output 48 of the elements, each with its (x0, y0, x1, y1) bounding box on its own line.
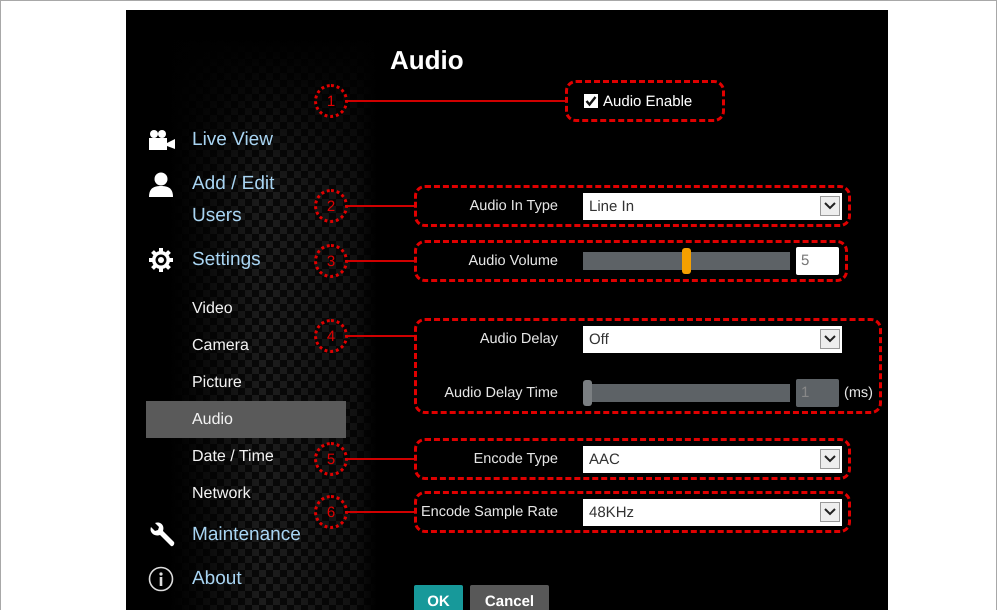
nav-label[interactable]: Live View (192, 124, 317, 156)
nav-label[interactable]: Add / Edit Users (192, 168, 317, 232)
callout-number: 3 (314, 244, 348, 278)
dropdown[interactable]: Off (583, 326, 842, 352)
cancel-button[interactable]: Cancel (470, 585, 549, 610)
leader-line (348, 335, 414, 337)
field-label: Audio Volume (468, 253, 558, 269)
callout-number: 5 (314, 442, 348, 476)
gear-icon (148, 247, 174, 273)
nav-subitem[interactable]: Date / Time (192, 448, 274, 465)
callout-number: 1 (314, 84, 348, 118)
callout-number: 4 (314, 319, 348, 353)
caret-icon (824, 508, 836, 516)
leader-line (348, 260, 414, 262)
callout-number: 2 (314, 189, 348, 223)
video-camera-icon (148, 129, 176, 151)
nav-subitem[interactable]: Network (192, 485, 251, 502)
dropdown[interactable]: AAC (583, 446, 842, 472)
nav-label[interactable]: Maintenance (192, 519, 317, 551)
checkbox-label: Audio Enable (603, 92, 692, 110)
leader-line (348, 458, 414, 460)
field-label: Encode Type (472, 451, 558, 467)
info-icon (148, 566, 174, 592)
caret-icon (824, 335, 836, 343)
nav-label[interactable]: About (192, 563, 317, 595)
nav-label[interactable]: Settings (192, 244, 317, 276)
field-label: Audio Delay Time (443, 385, 558, 401)
dropdown[interactable]: 48KHz (583, 498, 842, 526)
checkbox[interactable] (584, 94, 598, 108)
wrench-icon (148, 521, 176, 549)
dropdown[interactable]: Line In (583, 192, 842, 220)
nav-subitem[interactable]: Video (192, 300, 233, 317)
page-title: Audio (390, 45, 464, 75)
leader-line (348, 205, 414, 207)
callout-number: 6 (314, 495, 348, 529)
caret-icon (824, 455, 836, 463)
field-label: Encode Sample Rate (420, 504, 558, 520)
leader-line (348, 511, 414, 513)
user-icon (148, 171, 174, 197)
nav-subitem[interactable]: Audio (192, 411, 233, 428)
field-label: Audio Delay (478, 331, 558, 347)
number-field[interactable]: 5 (796, 247, 839, 275)
nav-subitem[interactable]: Camera (192, 337, 249, 354)
slider-thumb[interactable] (682, 248, 691, 274)
unit-label: (ms) (844, 385, 873, 401)
caret-icon (824, 202, 836, 210)
field-label: Audio In Type (468, 198, 558, 214)
nav-subitem[interactable]: Picture (192, 374, 242, 391)
